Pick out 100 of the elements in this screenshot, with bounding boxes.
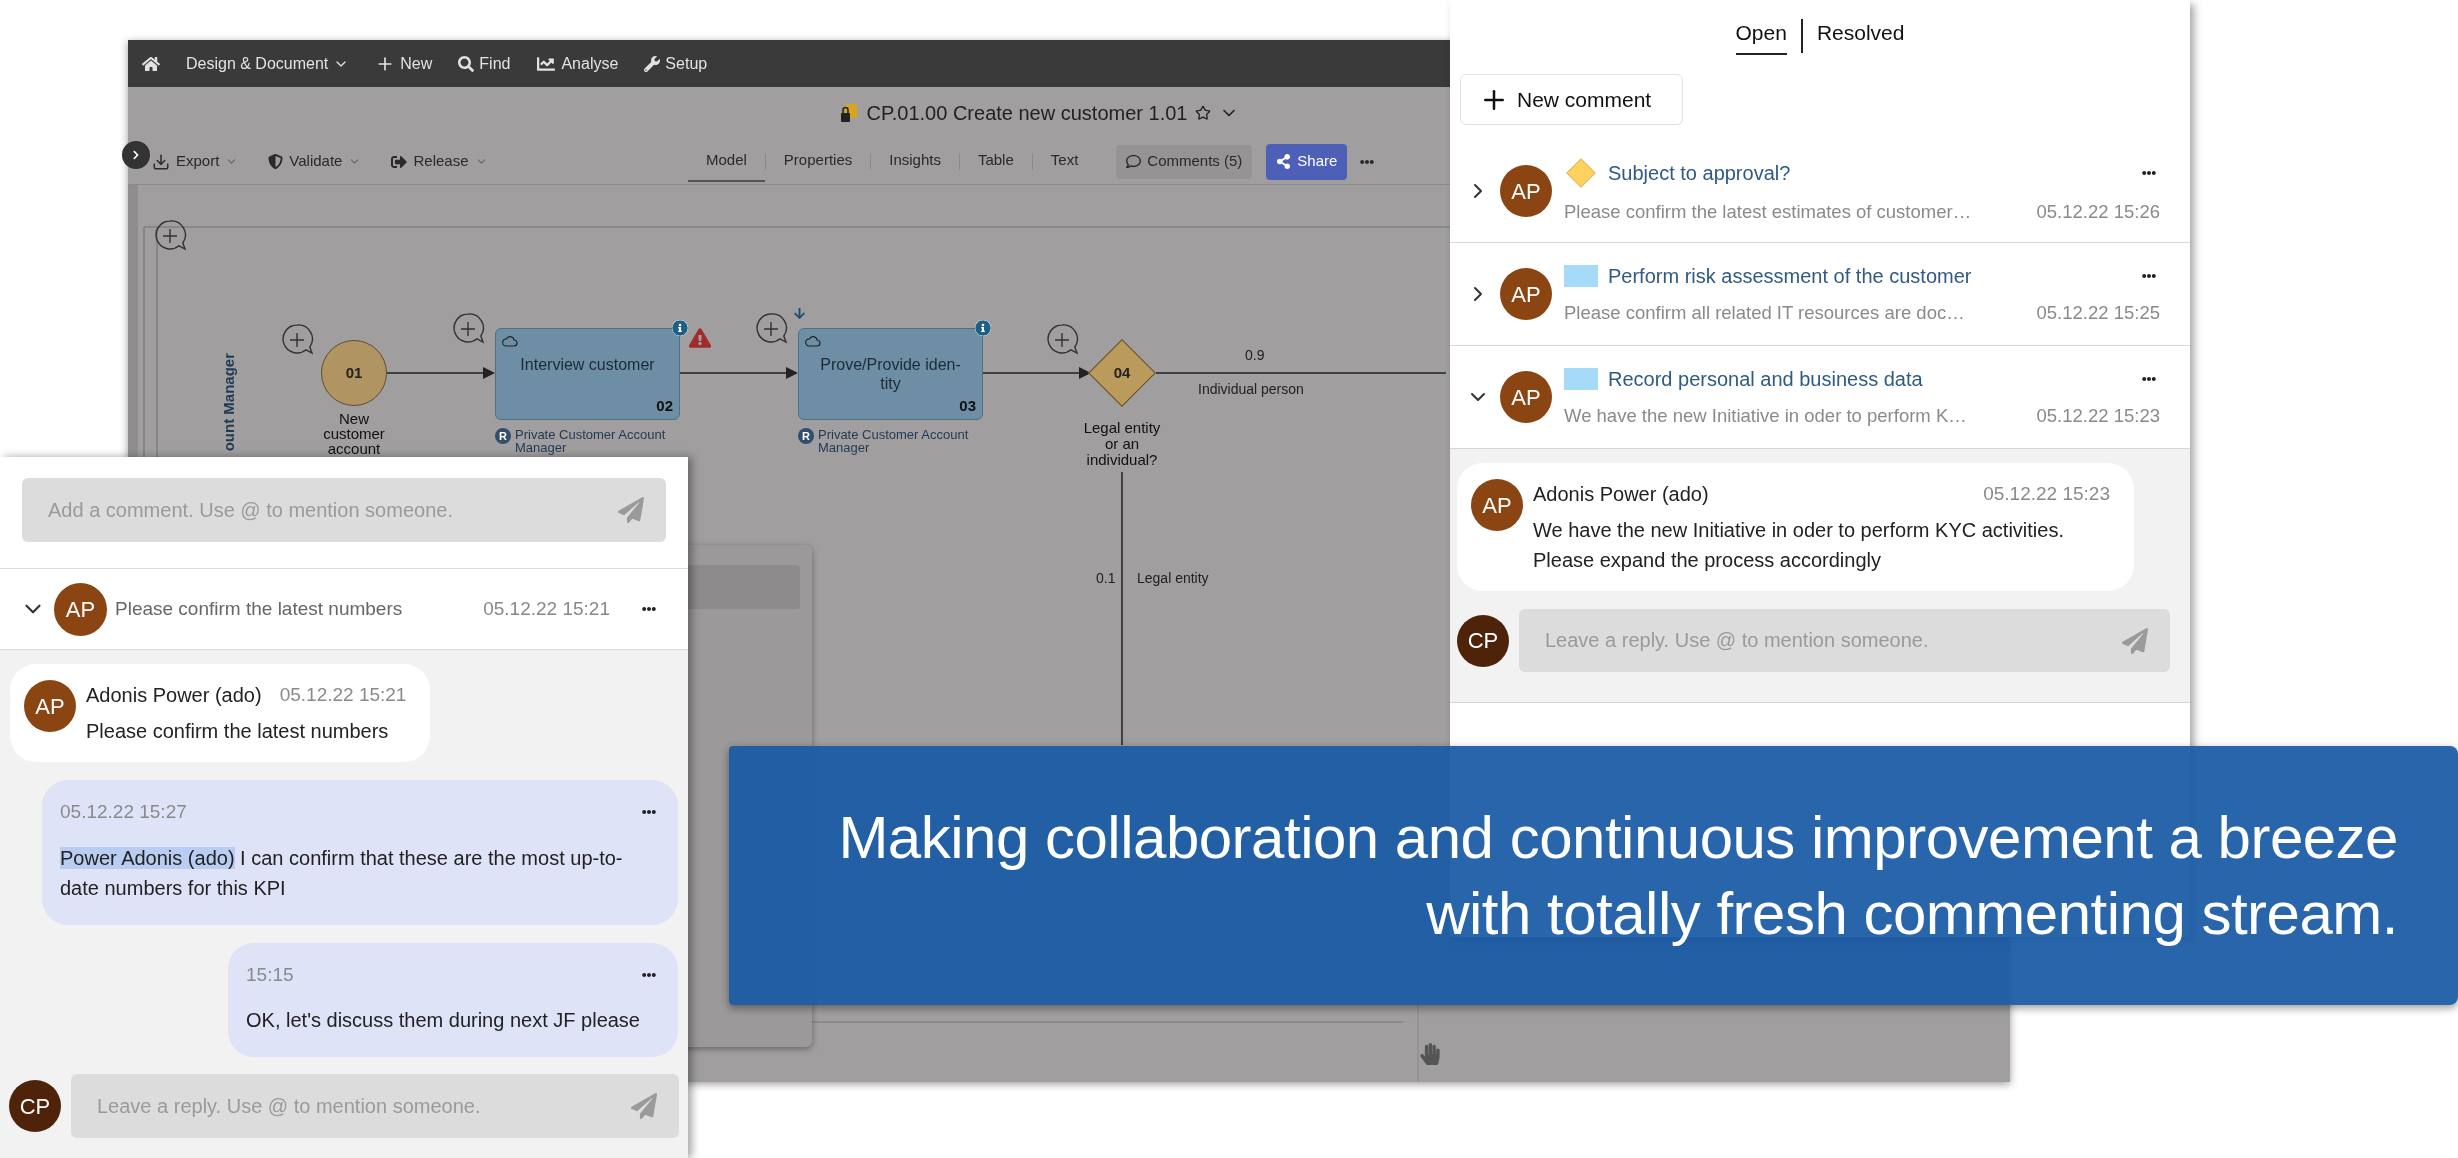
menu-item[interactable]: Design & Document <box>186 51 350 76</box>
comment-thread-row[interactable]: AP Subject to approval? Please confirm the latest estimates of customer… 05.12.22 15:26 <box>1450 140 2190 242</box>
thread-title: Record personal and business data <box>1608 367 1924 393</box>
thread-preview: We have the new Initiative in oder to perform K… <box>1564 404 1967 429</box>
info-icon[interactable] <box>672 320 688 336</box>
reply-input[interactable]: Add a comment. Use @ to mention someone. <box>22 478 666 542</box>
probability-label: 0.1 <box>1096 569 1116 588</box>
new-comment-button[interactable]: New comment <box>1460 74 1683 125</box>
gateway-label: Legal entity or an individual? <box>1082 420 1162 468</box>
thread-date: 05.12.22 15:26 <box>2036 200 2160 225</box>
task-number: 03 <box>959 395 976 416</box>
add-comment-icon[interactable] <box>280 323 314 357</box>
cloud-icon <box>502 335 518 347</box>
add-comment-icon[interactable] <box>451 312 485 346</box>
rectangle-icon <box>1564 368 1598 391</box>
task-node[interactable]: Prove/Provide iden- tity 03 <box>798 328 983 420</box>
task-label: Prove/Provide iden- tity <box>819 355 962 393</box>
cloud-icon <box>805 335 821 347</box>
add-comment-icon[interactable] <box>1045 323 1079 357</box>
comment-icon <box>1126 154 1142 169</box>
comment-date: 05.12.22 15:27 <box>60 800 187 824</box>
rectangle-icon <box>1564 265 1598 288</box>
home-icon[interactable] <box>142 54 160 73</box>
author-name: Adonis Power (ado) <box>86 683 262 708</box>
star-icon[interactable] <box>1195 105 1212 121</box>
thread-date: 05.12.22 15:25 <box>2036 301 2160 326</box>
author-name: Adonis Power (ado) <box>1533 482 1709 507</box>
comment-filter-tab[interactable]: Open <box>1735 17 1787 55</box>
shield-icon <box>268 154 284 169</box>
thread-preview: Please confirm all related IT resources are doc… <box>1564 301 1965 326</box>
search-icon <box>458 55 475 72</box>
warning-icon[interactable] <box>689 328 711 348</box>
task-label: Interview customer <box>519 355 656 374</box>
role-label: Private Customer Account Manager <box>515 428 666 454</box>
comment-date: 05.12.22 15:23 <box>1983 481 2110 506</box>
avatar: AP <box>24 680 76 732</box>
avatar: AP <box>1500 371 1552 423</box>
share-button[interactable]: Share <box>1266 143 1348 180</box>
arrow-down-icon <box>794 307 805 320</box>
reply-input[interactable]: Leave a reply. Use @ to mention someone. <box>71 1074 679 1138</box>
menu-item[interactable]: New <box>375 51 433 76</box>
comment-text: OK, let's discuss them during next JF please <box>246 1008 641 1033</box>
thread-preview: Please confirm the latest estimates of customer… <box>1564 200 1972 225</box>
role-label: Private Customer Account Manager <box>818 428 969 454</box>
comment-thread-row[interactable]: AP Record personal and business data We have the new Initiative in oder to perform K… 05.12.22 15:23 <box>1450 346 2190 448</box>
info-icon[interactable] <box>975 320 991 336</box>
comment-text: Power Adonis (ado) I can confirm that these are the most up-to-date numbers for this KPI <box>60 845 624 901</box>
toolbar-button[interactable]: Export <box>152 150 239 173</box>
chevron-right-icon <box>131 150 141 160</box>
event-label: New customer account <box>322 411 386 456</box>
avatar: AP <box>54 582 107 636</box>
view-tab[interactable]: Properties <box>765 141 871 182</box>
add-comment-icon[interactable] <box>754 312 788 346</box>
comment-text: Please confirm the latest numbers <box>86 719 390 744</box>
comment-thread-row[interactable]: AP Perform risk assessment of the customer Please confirm all related IT resources are doc… 05.12.22 15:25 <box>1450 243 2190 345</box>
view-tab[interactable]: Insights <box>871 141 959 182</box>
download-icon <box>152 152 170 171</box>
share-icon <box>1276 154 1292 169</box>
add-comment-icon[interactable] <box>153 219 187 253</box>
probability-label: 0.9 <box>1245 346 1265 365</box>
banner-caption: Making collaboration and continuous improvement a breeze with totally fresh commenting stream. <box>838 802 2398 949</box>
hand-icon[interactable] <box>1420 1043 1440 1065</box>
thread-date: 05.12.22 15:21 <box>483 596 610 621</box>
avatar: AP <box>1471 479 1523 531</box>
task-node[interactable]: Interview customer 02 <box>495 328 680 420</box>
role-badge: R <box>798 428 814 444</box>
toolbar-button[interactable]: Validate <box>268 150 362 173</box>
avatar: CP <box>1457 614 1509 667</box>
lane-label: ount Manager <box>219 353 238 454</box>
task-number: 02 <box>656 395 673 416</box>
thread-title: Subject to approval? <box>1608 161 1792 187</box>
comments-button[interactable]: Comments (5) <box>1116 144 1253 179</box>
branch-label: Legal entity <box>1137 569 1209 588</box>
avatar: AP <box>1500 268 1552 320</box>
thread-date: 05.12.22 15:23 <box>2036 404 2160 429</box>
reply-input[interactable]: Leave a reply. Use @ to mention someone. <box>1519 609 2170 672</box>
start-event[interactable]: 01 <box>321 340 387 406</box>
avatar: CP <box>9 1080 61 1132</box>
gateway-node[interactable]: 04 <box>1088 339 1156 407</box>
branch-label: Individual person <box>1198 380 1304 399</box>
view-tab[interactable]: Model <box>688 141 765 182</box>
comment-date: 15:15 <box>246 962 294 987</box>
menu-item[interactable]: Analyse <box>536 51 619 76</box>
model-title: CP.01.00 Create new customer 1.01 <box>866 101 1188 126</box>
sign-out-icon <box>391 153 408 170</box>
comment-filter-tab[interactable]: Resolved <box>1816 17 1905 55</box>
expand-sidebar-button[interactable] <box>122 141 150 169</box>
menu-item[interactable]: Setup <box>644 51 708 76</box>
avatar: AP <box>1500 165 1552 217</box>
locked-document-icon <box>838 102 859 124</box>
line-chart-icon <box>536 54 557 73</box>
toolbar-button[interactable]: Release <box>391 150 488 173</box>
view-tab[interactable]: Text <box>1032 141 1097 182</box>
view-tab[interactable]: Table <box>959 141 1032 182</box>
wrench-icon <box>644 55 661 72</box>
comment-text: We have the new Initiative in oder to perform KYC activities. Please expand the process accordingly <box>1533 518 2065 573</box>
thread-title: Please confirm the latest numbers <box>115 596 404 621</box>
comment-date: 05.12.22 15:21 <box>279 682 407 707</box>
menu-item[interactable]: Find <box>458 51 511 76</box>
thread-title: Perform risk assessment of the customer <box>1608 264 1973 290</box>
